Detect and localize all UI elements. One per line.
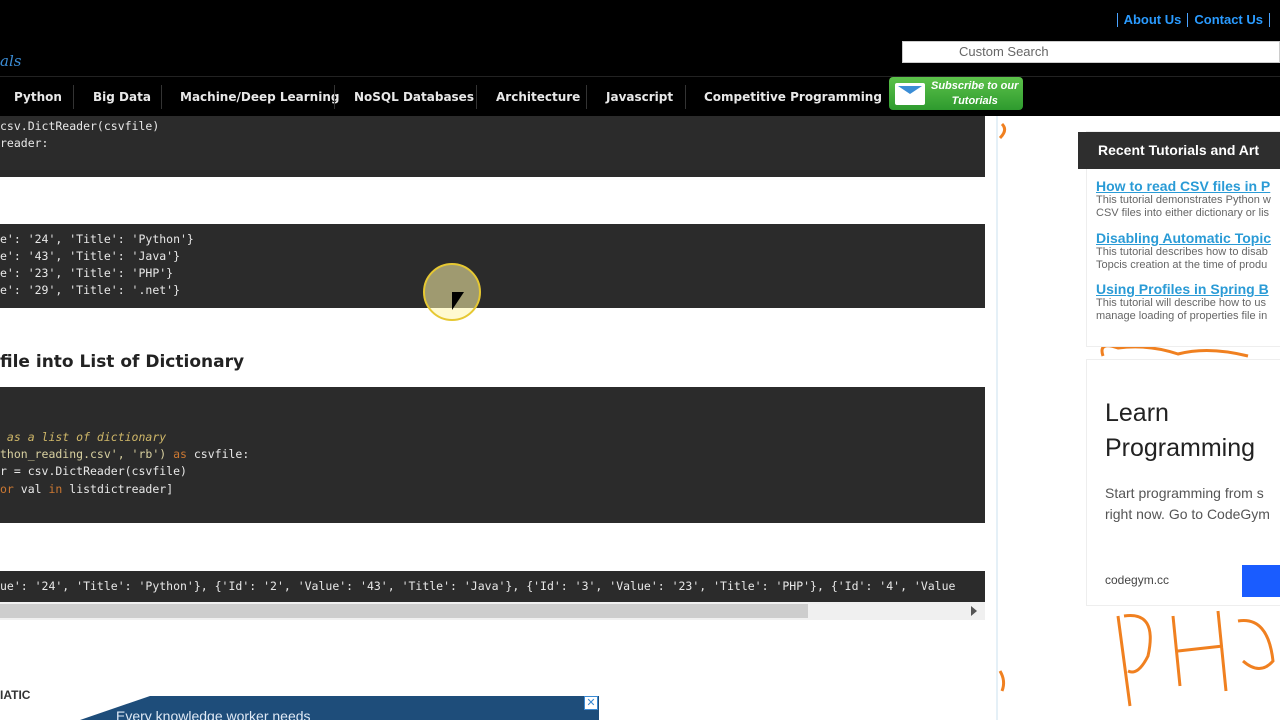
output-line: ue': '24', 'Title': 'Python'}, {'Id': '2… xyxy=(0,579,956,593)
recent-article-desc: This tutorial demonstrates Python w xyxy=(1096,194,1271,206)
article-content: csv.DictReader(csvfile) reader: e': '24'… xyxy=(0,116,985,720)
ad-headline-line: Programming xyxy=(1105,434,1256,462)
about-us-link[interactable]: About Us xyxy=(1124,12,1182,27)
browser-page: als About Us Contact Us Custom Search Py… xyxy=(0,0,1280,720)
header-links: About Us Contact Us xyxy=(1111,12,1276,27)
subscribe-label: Subscribe to our Tutorials xyxy=(931,79,1018,109)
recent-article-link[interactable]: Disabling Automatic Topic xyxy=(1096,230,1280,246)
output-block[interactable]: ue': '24', 'Title': 'Python'}, {'Id': '2… xyxy=(0,571,985,602)
site-logo[interactable]: als xyxy=(0,52,21,70)
link-separator xyxy=(1187,12,1189,27)
subscribe-button[interactable]: Subscribe to our Tutorials xyxy=(889,77,1023,110)
code-line: thon_reading.csv', 'rb') as csvfile: xyxy=(0,447,249,461)
output-line: e': '29', 'Title': '.net'} xyxy=(0,283,181,297)
section-heading: file into List of Dictionary xyxy=(0,352,245,372)
code-text: listdictreader] xyxy=(62,482,174,496)
bottom-ad-banner[interactable]: Every knowledge worker needs xyxy=(80,696,599,720)
recent-article-desc: This tutorial describes how to disab xyxy=(1096,246,1268,258)
list-item: Disabling Automatic Topic This tutorial … xyxy=(1096,230,1280,272)
nav-item-nosql[interactable]: NoSQL Databases xyxy=(354,77,474,117)
code-line: or val in listdictreader] xyxy=(0,482,173,496)
nav-item-javascript[interactable]: Javascript xyxy=(606,77,673,117)
recent-tutorials-heading: Recent Tutorials and Art xyxy=(1078,132,1280,169)
bottom-ad-text: Every knowledge worker needs xyxy=(116,708,311,720)
ad-site: codegym.cc xyxy=(1105,573,1170,587)
contact-us-link[interactable]: Contact Us xyxy=(1194,12,1263,27)
output-line: e': '23', 'Title': 'PHP'} xyxy=(0,266,174,280)
output-line: e': '24', 'Title': 'Python'} xyxy=(0,232,194,246)
output-block[interactable]: e': '24', 'Title': 'Python'} e': '43', '… xyxy=(0,224,985,308)
code-string: thon_reading.csv', 'rb') xyxy=(0,447,167,461)
nav-item-competitive-programming[interactable]: Competitive Programming xyxy=(704,77,882,117)
scrollbar-thumb[interactable] xyxy=(0,604,808,618)
code-keyword: as xyxy=(166,447,187,461)
code-keyword: or xyxy=(0,482,14,496)
code-block[interactable]: as a list of dictionary thon_reading.csv… xyxy=(0,387,985,523)
nav-item-architecture[interactable]: Architecture xyxy=(496,77,580,117)
ad-headline: Learn Programming xyxy=(1105,396,1255,466)
code-keyword: in xyxy=(48,482,63,496)
ad-body-line: Start programming from s xyxy=(1105,485,1264,501)
recent-article-desc: Topcis creation at the time of produ xyxy=(1096,259,1268,271)
horizontal-scrollbar[interactable] xyxy=(0,602,985,620)
watermark-text: IATIC xyxy=(0,688,31,702)
nav-divider xyxy=(73,85,74,109)
list-item: Using Profiles in Spring B This tutorial… xyxy=(1096,281,1280,323)
main-nav: Python Big Data Machine/Deep Learning No… xyxy=(0,76,1280,116)
code-text: csvfile: xyxy=(186,447,250,461)
nav-divider xyxy=(334,85,335,109)
list-item: How to read CSV files in P This tutorial… xyxy=(1096,178,1280,220)
ad-body-line: right now. Go to CodeGym xyxy=(1105,506,1270,522)
link-separator xyxy=(1116,12,1118,27)
code-line: r = csv.DictReader(csvfile) xyxy=(0,464,187,478)
ad-body: Start programming from s right now. Go t… xyxy=(1105,483,1270,525)
nav-divider xyxy=(685,85,686,109)
output-line: e': '43', 'Title': 'Java'} xyxy=(0,249,181,263)
code-comment: as a list of dictionary xyxy=(0,430,167,444)
nav-item-big-data[interactable]: Big Data xyxy=(93,77,151,117)
nav-item-machine-learning[interactable]: Machine/Deep Learning xyxy=(180,77,339,117)
nav-divider xyxy=(476,85,477,109)
subscribe-line-1: Subscribe to our xyxy=(931,79,1019,92)
code-line: csv.DictReader(csvfile) xyxy=(0,119,160,133)
close-icon[interactable]: ✕ xyxy=(584,696,598,710)
subscribe-line-2: Tutorials xyxy=(951,94,998,107)
nav-item-python[interactable]: Python xyxy=(14,77,62,117)
link-separator xyxy=(1269,12,1270,27)
ad-headline-line: Learn xyxy=(1105,399,1169,427)
code-text: val xyxy=(13,482,49,496)
custom-search-input[interactable]: Custom Search xyxy=(902,41,1280,63)
recent-article-link[interactable]: How to read CSV files in P xyxy=(1096,178,1280,194)
site-header: als About Us Contact Us Custom Search xyxy=(0,0,1280,76)
mouse-pointer-icon xyxy=(452,292,464,310)
nav-divider xyxy=(586,85,587,109)
right-sidebar: Recent Tutorials and Art How to read CSV… xyxy=(996,116,1280,720)
sidebar-ad[interactable]: Learn Programming Start programming from… xyxy=(1086,359,1280,606)
recent-article-desc: manage loading of properties file in xyxy=(1096,310,1268,322)
recent-article-link[interactable]: Using Profiles in Spring B xyxy=(1096,281,1280,297)
recent-article-desc: This tutorial will describe how to us xyxy=(1096,297,1266,309)
code-block[interactable]: csv.DictReader(csvfile) reader: xyxy=(0,116,985,177)
scroll-right-arrow-icon[interactable] xyxy=(971,606,977,616)
code-line: reader: xyxy=(0,136,49,150)
ad-cta-button[interactable] xyxy=(1242,565,1280,597)
recent-article-desc: CSV files into either dictionary or lis xyxy=(1096,207,1270,219)
nav-divider xyxy=(161,85,162,109)
envelope-icon xyxy=(895,82,925,105)
